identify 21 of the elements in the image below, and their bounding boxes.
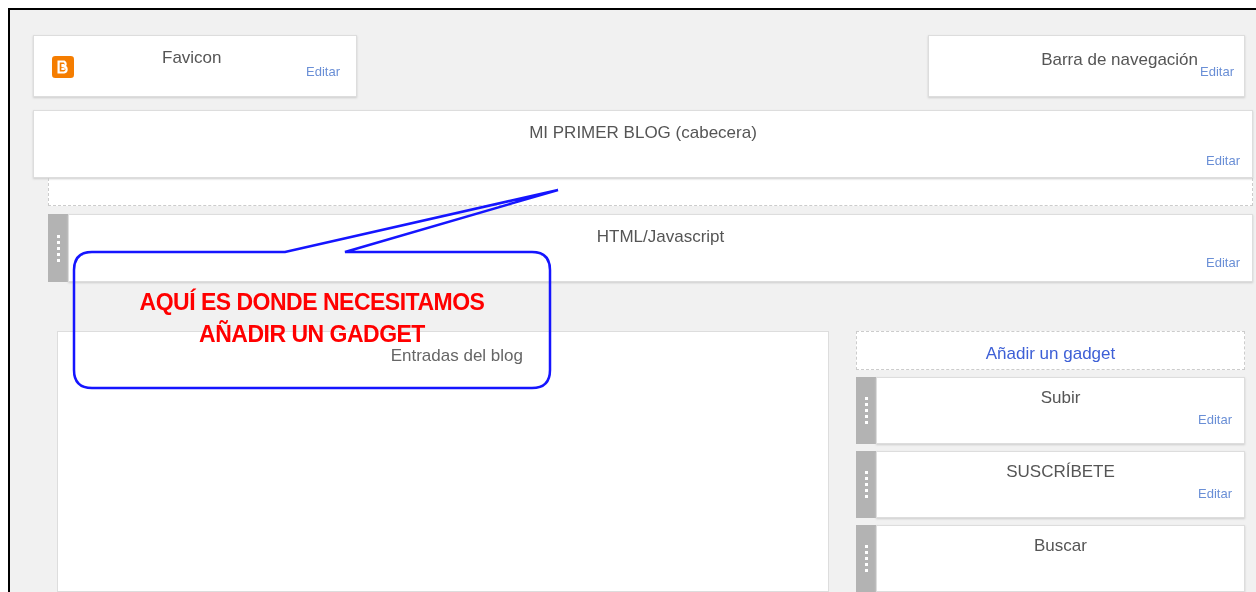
callout-text: AQUÍ ES DONDE NECESITAMOS AÑADIR UN GADGET bbox=[138, 287, 486, 349]
edit-link[interactable]: Editar bbox=[1198, 486, 1232, 501]
add-gadget-link[interactable]: Añadir un gadget bbox=[985, 344, 1116, 369]
gadget-title: Favicon bbox=[162, 47, 222, 68]
panel-title: Entradas del blog bbox=[390, 346, 523, 366]
gadget-title: Buscar bbox=[1034, 535, 1087, 556]
edit-link[interactable]: Editar bbox=[1200, 64, 1234, 79]
gadget-title: SUSCRÍBETE bbox=[1006, 461, 1115, 482]
gadget-title: MI PRIMER BLOG (cabecera) bbox=[529, 122, 757, 143]
drag-handle[interactable] bbox=[48, 214, 68, 282]
drag-handle[interactable] bbox=[856, 451, 876, 518]
gadget-title: Barra de navegación bbox=[1041, 49, 1199, 70]
gadget-title: Subir bbox=[1040, 387, 1081, 408]
edit-link[interactable]: Editar bbox=[1198, 412, 1232, 427]
drag-handle[interactable] bbox=[856, 377, 876, 444]
blogger-logo-icon bbox=[52, 56, 74, 78]
gadget-title: HTML/Javascript bbox=[596, 226, 725, 247]
drag-handle[interactable] bbox=[856, 525, 876, 592]
edit-link[interactable]: Editar bbox=[306, 64, 340, 79]
edit-link[interactable]: Editar bbox=[1206, 153, 1240, 168]
edit-link[interactable]: Editar bbox=[1206, 255, 1240, 270]
